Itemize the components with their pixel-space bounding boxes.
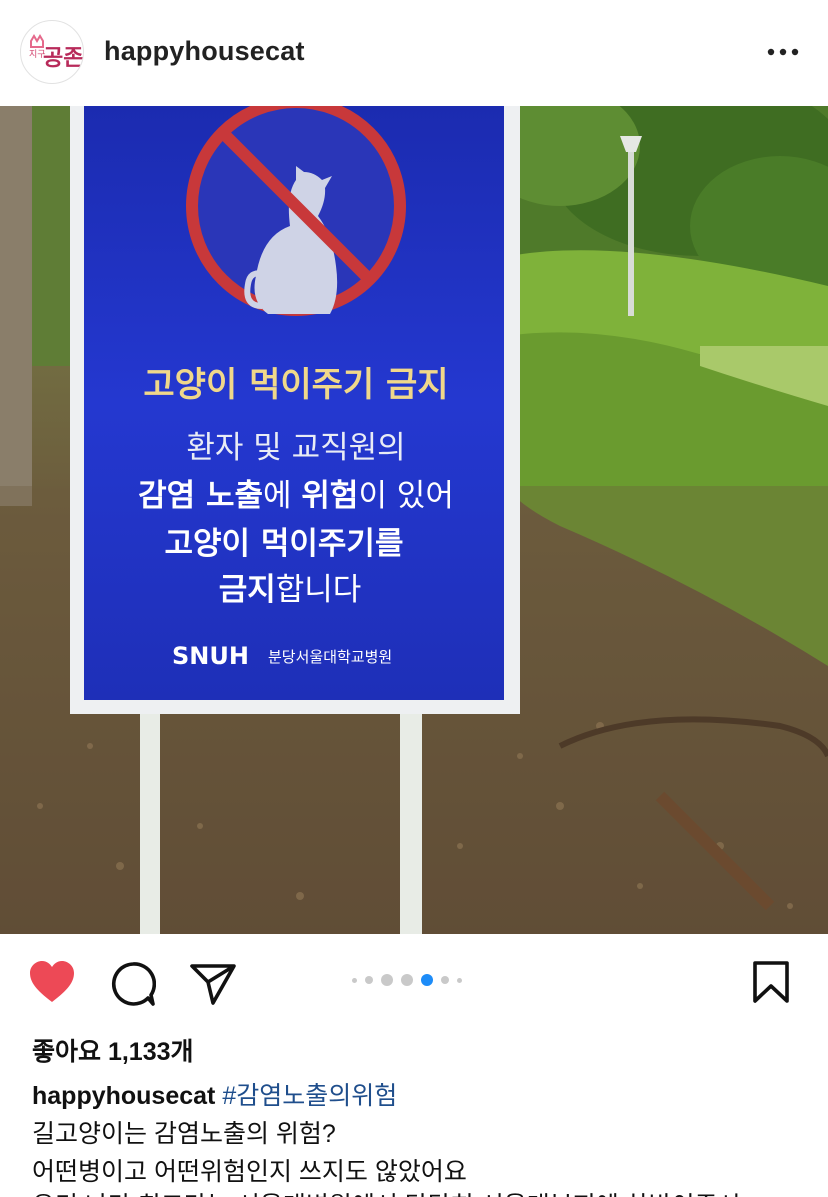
- post-author-username[interactable]: happyhousecat: [104, 36, 305, 67]
- post-photo[interactable]: 고양이 먹이주기 금지 환자 및 교직원의 감염 노출에 위험이 있어 고양이 …: [0, 106, 828, 934]
- post-actions: [0, 934, 828, 1024]
- sign-title: 고양이 먹이주기 금지: [143, 365, 448, 405]
- bookmark-icon: [753, 961, 789, 1003]
- carousel-dot: [365, 976, 373, 984]
- sign-photo: 고양이 먹이주기 금지 환자 및 교직원의 감염 노출에 위험이 있어 고양이 …: [0, 106, 828, 934]
- sign-brand-sub: 분당서울대학교병원: [268, 648, 392, 666]
- comment-icon: [111, 962, 157, 1006]
- post-header: 지구 공존 happyhousecat: [0, 0, 828, 106]
- share-button[interactable]: [189, 962, 237, 1011]
- caption-line-2: 길고양이는 감염노출의 위험?: [32, 1120, 336, 1148]
- carousel-dot: [352, 977, 357, 983]
- carousel-dot: [381, 974, 393, 986]
- avatar-logo-icon: 지구 공존: [29, 34, 83, 71]
- caption-hashtag[interactable]: #감염노출의위험: [222, 1082, 397, 1110]
- heart-icon: [30, 961, 74, 1002]
- carousel-dot-active: [421, 974, 433, 986]
- avatar[interactable]: 지구 공존: [20, 20, 84, 84]
- sign-brand: SNUH: [172, 642, 249, 670]
- carousel-dot: [457, 977, 462, 983]
- carousel-dot: [441, 976, 449, 984]
- sign-line-3: 고양이 먹이주기를: [165, 526, 404, 562]
- caption-first-line: happyhousecat #감염노출의위험: [32, 1076, 397, 1112]
- carousel-indicator: [352, 974, 462, 986]
- likes-count[interactable]: 좋아요 1,133개: [32, 1032, 194, 1068]
- like-button[interactable]: [28, 960, 76, 1009]
- caption-line-3: 어떤병이고 어떤위험인지 쓰지도 않았어요: [32, 1158, 467, 1186]
- caption-line-4: 우리 나라 최고라는 서울대병원에서 당당히 서울대부지에 차박이주시: [32, 1186, 741, 1197]
- sign-line-4: 금지합니다: [219, 572, 362, 608]
- more-icon: [767, 48, 799, 56]
- sign-line-2: 감염 노출에 위험이 있어: [138, 478, 454, 514]
- comment-button[interactable]: [110, 961, 157, 1012]
- share-icon: [190, 964, 236, 1005]
- carousel-dot: [401, 974, 413, 986]
- sign-line-1: 환자 및 교직원의: [186, 430, 405, 466]
- caption-username[interactable]: happyhousecat: [32, 1082, 215, 1110]
- svg-text:공존: 공존: [43, 46, 83, 71]
- more-options-button[interactable]: [766, 40, 800, 64]
- bookmark-button[interactable]: [752, 960, 790, 1009]
